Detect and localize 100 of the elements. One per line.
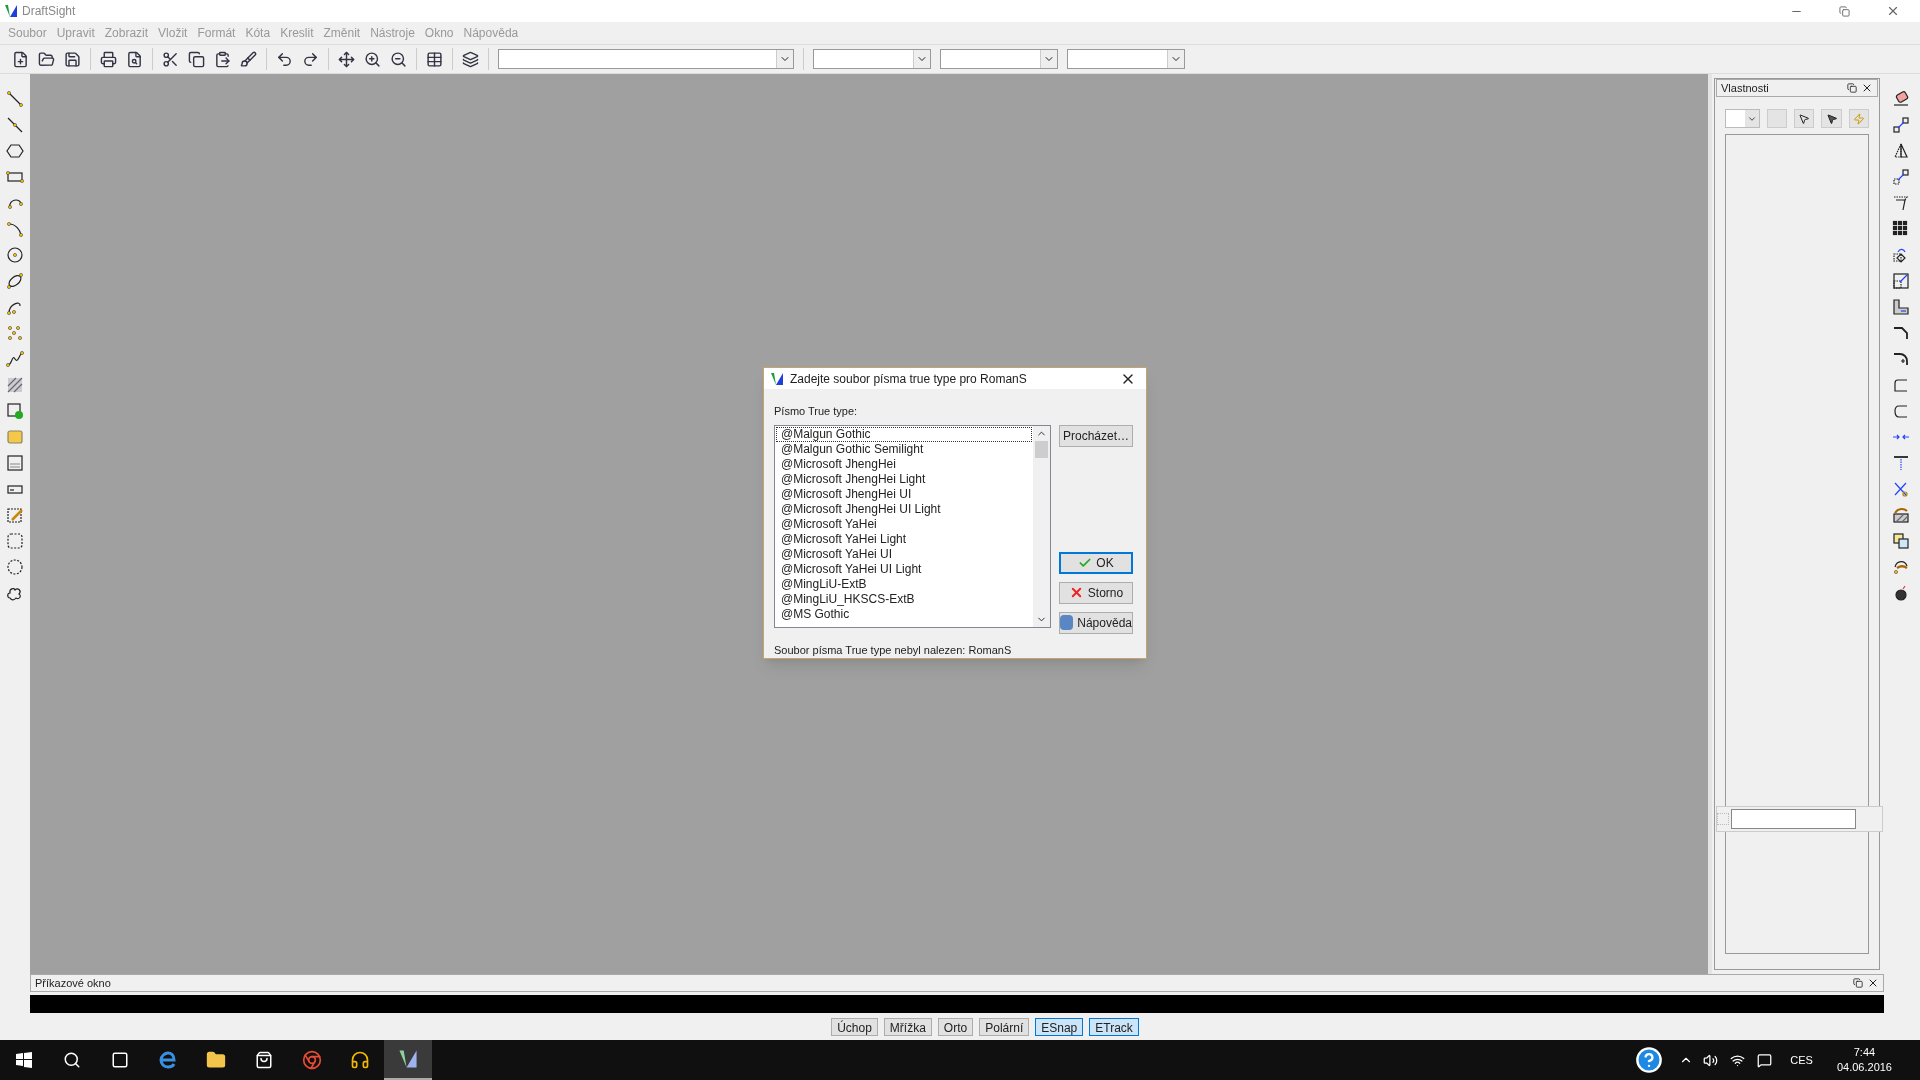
cut-icon[interactable]	[162, 50, 179, 68]
undo-icon[interactable]	[276, 50, 293, 68]
status-toggle[interactable]: ETrack	[1089, 1018, 1139, 1036]
dialog-button[interactable]: OK	[1059, 551, 1133, 574]
list-item[interactable]: @Malgun Gothic	[776, 426, 1032, 442]
help-icon[interactable]	[1635, 1046, 1664, 1074]
language-indicator[interactable]: CES	[1790, 1051, 1813, 1069]
list-item[interactable]: @Microsoft YaHei UI Light	[776, 561, 1032, 577]
circle-icon[interactable]	[6, 246, 24, 264]
paste-icon[interactable]	[214, 50, 231, 68]
list-item[interactable]: @MingLiU-ExtB	[776, 576, 1032, 592]
ellipse-icon[interactable]	[6, 272, 24, 290]
panel-title: Vlastnosti	[1721, 80, 1770, 96]
dialog-button[interactable]: Procházet…	[1059, 424, 1133, 447]
list-item[interactable]: @MS Gothic	[776, 606, 1032, 622]
open-folder-icon[interactable]	[38, 50, 55, 68]
text-add-icon[interactable]	[6, 402, 24, 420]
overlapping-squares-icon[interactable]	[1892, 532, 1910, 550]
hand-curve-icon[interactable]	[1892, 558, 1910, 576]
line-icon[interactable]	[6, 90, 24, 108]
points-icon[interactable]	[6, 324, 24, 342]
dropdown-field[interactable]	[1067, 49, 1185, 69]
mirror-icon[interactable]	[1892, 142, 1910, 160]
copy-icon[interactable]	[188, 50, 205, 68]
status-toggle[interactable]: Polární	[979, 1018, 1030, 1036]
paragraph-icon[interactable]	[6, 454, 24, 472]
scissors-icon[interactable]	[1892, 480, 1910, 498]
close-icon[interactable]	[1867, 977, 1879, 989]
dialog-button[interactable]: Storno	[1059, 581, 1133, 604]
text-field[interactable]	[1731, 809, 1856, 829]
lightning-icon	[1852, 112, 1865, 125]
move-icon[interactable]	[1892, 168, 1910, 186]
redo-icon[interactable]	[302, 50, 319, 68]
list-item[interactable]: @MingLiU_HKSCS-ExtB	[776, 591, 1032, 607]
close-icon[interactable]	[1861, 82, 1873, 94]
list-item[interactable]: @Malgun Gothic Semilight	[776, 441, 1032, 457]
zoom-out-icon[interactable]	[390, 50, 407, 68]
pencil-icon[interactable]	[6, 506, 24, 524]
scrollbar[interactable]	[1033, 425, 1050, 627]
save-icon[interactable]	[64, 50, 81, 68]
restore-icon[interactable]	[1847, 83, 1857, 93]
new-file-icon[interactable]	[12, 50, 29, 68]
select-button[interactable]	[1794, 109, 1815, 128]
zoom-in-icon[interactable]	[364, 50, 381, 68]
copy-arrow-icon[interactable]	[1892, 116, 1910, 134]
volume-icon[interactable]	[1703, 1052, 1719, 1068]
spline-icon[interactable]	[6, 350, 24, 368]
scrollbar-thumb[interactable]	[1035, 440, 1048, 458]
status-toggle[interactable]: ESnap	[1035, 1018, 1084, 1036]
list-label: Písmo True type:	[774, 404, 859, 419]
list-item[interactable]: @Microsoft YaHei	[776, 516, 1032, 532]
list-item[interactable]: @Microsoft JhengHei UI Light	[776, 501, 1032, 517]
dropdown-field[interactable]	[1725, 109, 1760, 128]
hatch-icon[interactable]	[6, 376, 24, 394]
print-preview-icon[interactable]	[126, 50, 143, 68]
list-item[interactable]: @Microsoft YaHei UI	[776, 546, 1032, 562]
list-item[interactable]: @Microsoft JhengHei	[776, 456, 1032, 472]
status-toggle[interactable]: Úchop	[831, 1018, 878, 1036]
double-arrow-line-icon[interactable]	[6, 116, 24, 134]
extend-icon[interactable]	[1892, 454, 1910, 472]
dropdown-field[interactable]	[813, 49, 931, 69]
quick-select-button[interactable]	[1821, 109, 1842, 128]
curve-icon[interactable]	[6, 220, 24, 238]
app-logo-icon	[770, 371, 784, 386]
rounded-corners-icon[interactable]	[1892, 402, 1910, 420]
grip-icon	[1717, 813, 1729, 825]
wifi-icon[interactable]	[1730, 1052, 1746, 1068]
list-item[interactable]: @Microsoft JhengHei Light	[776, 471, 1032, 487]
restore-icon[interactable]	[1839, 5, 1850, 17]
dashed-square-icon[interactable]	[6, 532, 24, 550]
fillet-icon[interactable]	[1892, 350, 1910, 368]
dashed-circle-icon[interactable]	[6, 558, 24, 576]
message-icon[interactable]	[1757, 1052, 1773, 1068]
scale-icon[interactable]	[1892, 272, 1910, 290]
dialog-button[interactable]: Nápověda	[1059, 611, 1133, 634]
toggle-button[interactable]	[1766, 109, 1788, 128]
layers-icon[interactable]	[462, 50, 479, 68]
array-grid-icon[interactable]	[1892, 220, 1910, 238]
status-toggle[interactable]: Orto	[937, 1018, 974, 1036]
rectangle-icon[interactable]	[6, 168, 24, 186]
stretch-icon[interactable]	[1892, 298, 1910, 316]
restore-icon[interactable]	[1853, 978, 1863, 988]
app-logo-icon[interactable]	[384, 1040, 432, 1080]
hatch-hand-icon[interactable]	[1892, 506, 1910, 524]
table-icon[interactable]	[426, 50, 443, 68]
hexagon-icon[interactable]	[6, 142, 24, 160]
print-icon[interactable]	[100, 50, 117, 68]
list-item[interactable]: @Microsoft JhengHei UI	[776, 486, 1032, 502]
pan-icon[interactable]	[338, 50, 355, 68]
bomb-icon[interactable]	[1892, 584, 1910, 602]
panel-title: Příkazové okno	[35, 975, 112, 991]
dropdown-field[interactable]	[940, 49, 1058, 69]
list-item[interactable]: @Microsoft YaHei Light	[776, 531, 1032, 547]
brush-icon[interactable]	[240, 50, 257, 68]
status-toggle[interactable]: Mřížka	[883, 1018, 932, 1036]
chamfer-icon[interactable]	[1892, 324, 1910, 342]
dropdown-field[interactable]	[498, 49, 794, 69]
status-message: Soubor písma True type nebyl nalezen: RomanS	[774, 642, 1013, 658]
clock-time: 7:44	[1853, 1045, 1876, 1060]
eraser-icon[interactable]	[1892, 90, 1910, 108]
